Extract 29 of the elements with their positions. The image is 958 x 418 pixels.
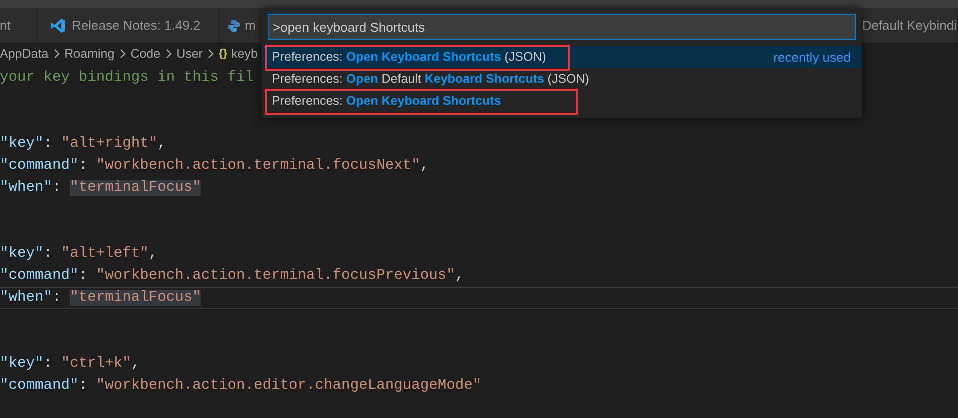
code-editor-logo-icon <box>50 18 66 34</box>
breadcrumb-item[interactable]: keyb <box>232 47 258 61</box>
code-line: "key": "ctrl+k", <box>0 355 142 374</box>
python-file-icon <box>227 18 241 32</box>
code-line: "when": "terminalFocus" <box>0 179 202 198</box>
editor-tab[interactable]: Default Keybindi <box>860 8 958 43</box>
code-line: "when": "terminalFocus" <box>0 287 958 309</box>
chevron-icon <box>118 49 127 59</box>
code-comment: your key bindings in this fil <box>0 70 254 86</box>
editor-tab[interactable]: nt <box>0 8 38 43</box>
code-line: "command": "workbench.action.terminal.focusPrevious", <box>0 267 466 286</box>
command-item[interactable]: Preferences: Open Keyboard Shortcuts (JSON) recently used <box>262 46 862 68</box>
chevron-icon <box>164 49 173 59</box>
command-item[interactable]: Preferences: Open Keyboard Shortcuts <box>262 90 862 112</box>
command-input[interactable]: >open keyboard Shortcuts <box>268 14 856 40</box>
chevron-icon <box>206 49 215 59</box>
chevron-icon <box>52 49 61 59</box>
breadcrumb-item[interactable]: Code <box>130 47 161 61</box>
code-line: "command": "workbench.action.editor.changeLanguageMode" <box>0 377 483 396</box>
breadcrumb-item[interactable]: User <box>176 47 203 61</box>
json-file-icon: {} <box>218 48 228 60</box>
code-line: "command": "workbench.action.terminal.focusNext", <box>0 157 430 176</box>
recently-used-label: recently used <box>774 50 851 64</box>
breadcrumb-item[interactable]: AppData <box>0 47 49 61</box>
code-line: "key": "alt+left", <box>0 245 159 264</box>
editor-tab[interactable]: Release Notes: 1.49.2 <box>38 8 220 43</box>
breadcrumb-item[interactable]: Roaming <box>64 47 115 61</box>
command-item[interactable]: Preferences: Open Default Keyboard Shortcuts (JSON) <box>262 68 862 90</box>
code-line: "key": "alt+right", <box>0 135 168 154</box>
